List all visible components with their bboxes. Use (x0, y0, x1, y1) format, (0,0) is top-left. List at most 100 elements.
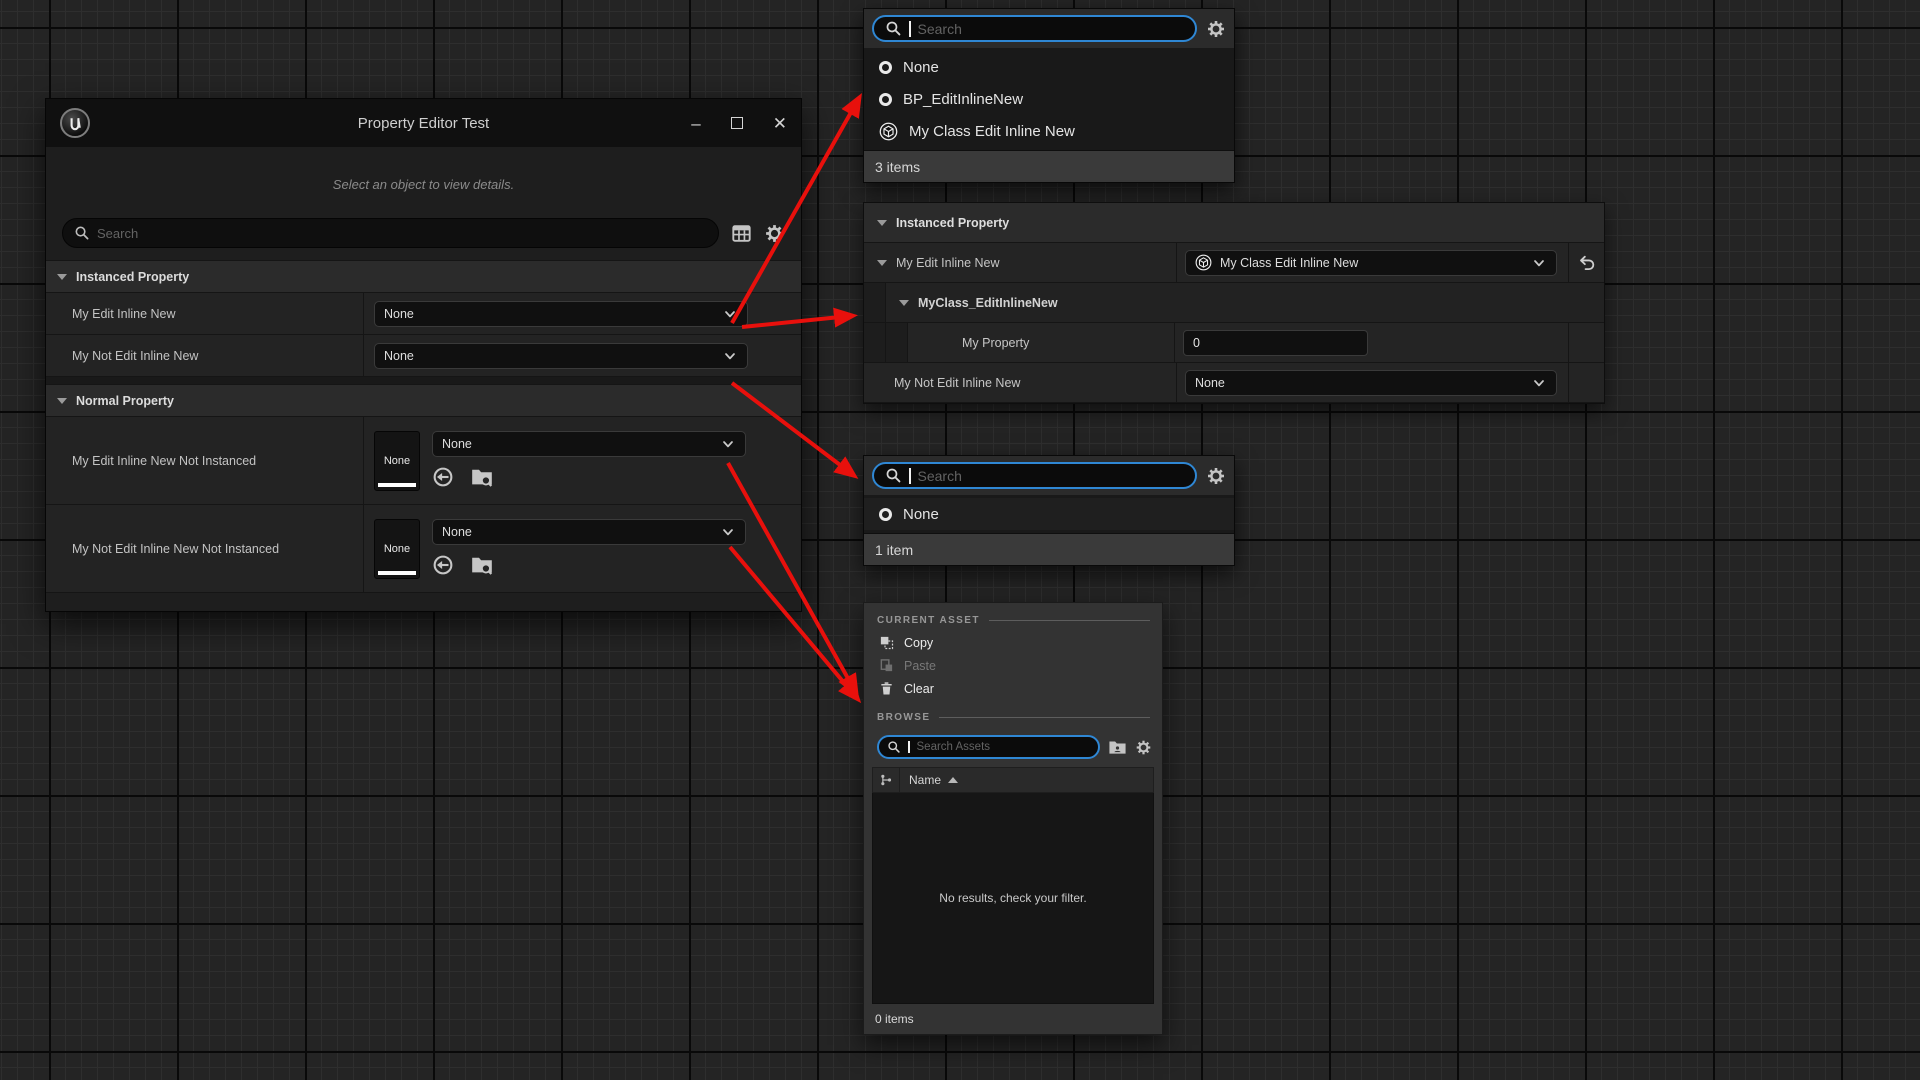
divider-rule (989, 620, 1150, 621)
not-instanced-class-combobox[interactable]: None (1185, 370, 1557, 396)
section-instanced-property[interactable]: Instanced Property (46, 261, 801, 293)
settings-gear-icon[interactable] (764, 223, 785, 244)
use-selected-asset-icon[interactable] (432, 554, 454, 576)
column-header-name[interactable]: Name (900, 768, 958, 792)
search-icon (74, 225, 90, 241)
settings-gear-icon[interactable] (1135, 739, 1152, 756)
thumbnail-underline (378, 483, 416, 487)
class-search-field[interactable] (872, 462, 1197, 489)
paste-icon (879, 658, 894, 673)
maximize-button[interactable] (731, 115, 743, 132)
asset-thumbnail[interactable]: None (374, 431, 420, 491)
window-titlebar[interactable]: Property Editor Test – ✕ (46, 99, 801, 147)
reset-to-default-icon[interactable] (1577, 253, 1596, 272)
my-property-number-field[interactable] (1183, 330, 1368, 356)
details-row-my-edit-inline-new: My Edit Inline New My Class Edit Inline … (864, 243, 1604, 283)
property-label: My Edit Inline New (896, 256, 1000, 270)
details-search-field[interactable] (62, 218, 719, 248)
window-title: Property Editor Test (46, 115, 801, 132)
class-search-input[interactable] (918, 21, 1185, 37)
none-ring-icon (879, 93, 892, 106)
menu-item-copy[interactable]: Copy (864, 631, 1162, 654)
asset-count-footer: 0 items (864, 1004, 1162, 1034)
property-label: My Not Edit Inline New (894, 376, 1020, 390)
display-options-icon[interactable] (731, 223, 752, 244)
class-search-field[interactable] (872, 15, 1197, 42)
rail-spacer (1568, 323, 1604, 362)
column-label: Name (909, 773, 941, 787)
menu-item-label: Clear (904, 682, 934, 696)
empty-results-message: No results, check your filter. (939, 891, 1086, 905)
combo-value: None (384, 307, 714, 321)
text-cursor (908, 741, 910, 753)
text-cursor (909, 468, 911, 484)
asset-search-field[interactable] (877, 735, 1100, 759)
expander-triangle-icon (57, 398, 67, 404)
class-option-none[interactable]: None (864, 51, 1234, 83)
class-search-input[interactable] (918, 468, 1185, 484)
indent-guide (886, 323, 908, 362)
chevron-down-icon (720, 436, 736, 452)
property-label: My Edit Inline New (46, 293, 364, 334)
asset-thumbnail[interactable]: None (374, 519, 420, 579)
instanced-class-combobox[interactable]: My Class Edit Inline New (1185, 250, 1557, 276)
class-option-none[interactable]: None (864, 498, 1234, 530)
asset-combobox[interactable]: None (432, 519, 746, 545)
class-cube-icon (879, 122, 898, 141)
details-section-header[interactable]: Instanced Property (864, 203, 1604, 243)
menu-item-label: Copy (904, 636, 933, 650)
column-tree-toggle[interactable] (873, 768, 900, 792)
item-count-footer: 3 items (864, 150, 1234, 182)
sort-ascending-icon (948, 777, 958, 783)
option-label: My Class Edit Inline New (909, 123, 1075, 140)
class-picker-popup-large: None BP_EditInlineNew My Class Edit Inli… (863, 8, 1235, 183)
asset-combobox[interactable]: None (432, 431, 746, 457)
asset-list-header: Name (872, 767, 1154, 793)
expander-triangle-icon (877, 220, 887, 226)
class-picker-popup-small: None 1 item (863, 455, 1235, 566)
close-button[interactable]: ✕ (773, 115, 787, 132)
trash-icon (879, 681, 894, 696)
subobject-label: MyClass_EditInlineNew (918, 296, 1058, 310)
asset-results-area: No results, check your filter. (872, 793, 1154, 1004)
option-label: BP_EditInlineNew (903, 91, 1023, 108)
asset-picker-menu: CURRENT ASSET Copy Paste Clear BROWSE (863, 602, 1163, 1035)
indent-guide (864, 323, 886, 362)
combo-value: None (384, 349, 714, 363)
combo-value: None (442, 525, 712, 539)
browse-to-asset-icon[interactable] (470, 466, 494, 488)
menu-item-clear[interactable]: Clear (864, 677, 1162, 700)
section-label: BROWSE (877, 712, 930, 723)
chevron-down-icon (722, 348, 738, 364)
chevron-down-icon (720, 524, 736, 540)
asset-search-input[interactable] (917, 741, 1091, 753)
thumbnail-label: None (384, 543, 410, 555)
folder-icon[interactable] (1108, 739, 1127, 756)
class-cube-icon (1195, 254, 1212, 271)
class-option-bp-editinlinenew[interactable]: BP_EditInlineNew (864, 83, 1234, 115)
details-row-subobject[interactable]: MyClass_EditInlineNew (864, 283, 1604, 323)
minimize-button[interactable]: – (691, 115, 700, 132)
my-not-edit-inline-new-combobox[interactable]: None (374, 343, 748, 369)
section-normal-property[interactable]: Normal Property (46, 385, 801, 417)
settings-gear-icon[interactable] (1206, 466, 1226, 486)
row-my-edit-inline-new-not-instanced: My Edit Inline New Not Instanced None No… (46, 417, 801, 505)
none-ring-icon (879, 61, 892, 74)
rail-spacer (1568, 363, 1604, 402)
search-input[interactable] (97, 226, 707, 241)
row-my-not-edit-inline-new: My Not Edit Inline New None (46, 335, 801, 377)
section-label: CURRENT ASSET (877, 615, 980, 626)
row-my-edit-inline-new: My Edit Inline New None (46, 293, 801, 335)
settings-gear-icon[interactable] (1206, 19, 1226, 39)
divider-rule (939, 717, 1150, 718)
my-property-input[interactable] (1193, 336, 1353, 350)
item-count-footer: 1 item (864, 533, 1234, 565)
my-edit-inline-new-combobox[interactable]: None (374, 301, 748, 327)
maximize-icon (731, 117, 743, 129)
thumbnail-label: None (384, 455, 410, 467)
menu-item-paste[interactable]: Paste (864, 654, 1162, 677)
browse-to-asset-icon[interactable] (470, 554, 494, 576)
class-option-my-class-edit-inline-new[interactable]: My Class Edit Inline New (864, 115, 1234, 147)
thumbnail-underline (378, 571, 416, 575)
use-selected-asset-icon[interactable] (432, 466, 454, 488)
